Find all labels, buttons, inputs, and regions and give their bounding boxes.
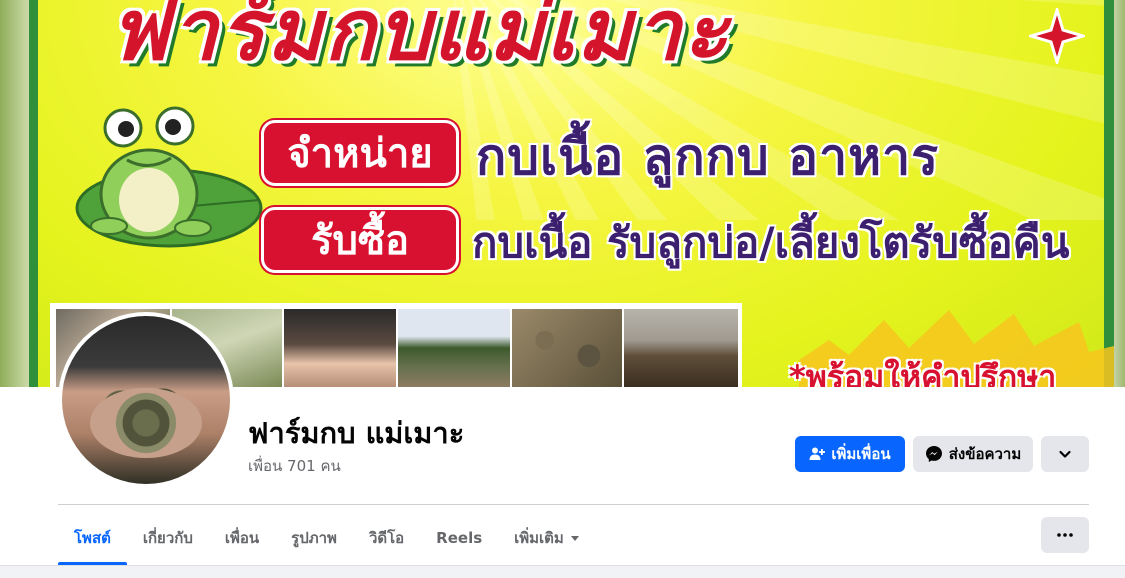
more-dots-icon <box>1057 533 1073 537</box>
buy-label-badge: รับซื้อ <box>261 207 459 273</box>
tab-reels-label: Reels <box>436 529 483 547</box>
profile-more-button[interactable] <box>1041 436 1089 472</box>
frog-illustration-icon <box>75 106 263 248</box>
photo-frog-pile <box>512 309 622 387</box>
sell-items-text: กบเนื้อ ลูกกบ อาหาร <box>476 128 940 186</box>
friends-count-link[interactable]: เพื่อน 701 คน <box>248 454 341 478</box>
cover-frame-left <box>29 0 38 387</box>
tab-friends[interactable]: เพื่อน <box>209 512 275 564</box>
profile-tabs: โพสต์ เกี่ยวกับ เพื่อน รูปภาพ วิดีโอ Ree… <box>58 512 595 565</box>
tab-videos-label: วิดีโอ <box>368 529 405 547</box>
tab-photos[interactable]: รูปภาพ <box>275 512 353 564</box>
tab-photos-label: รูปภาพ <box>291 529 337 547</box>
avatar-photo <box>62 316 230 484</box>
tab-videos[interactable]: วิดีโอ <box>353 512 420 564</box>
tabs-more-button[interactable] <box>1041 517 1089 553</box>
add-friend-button[interactable]: เพิ่มเพื่อน <box>795 436 905 472</box>
profile-divider <box>58 504 1089 505</box>
avatar-frogs-in-hands <box>90 388 202 458</box>
tab-reels[interactable]: Reels <box>420 512 498 564</box>
message-button[interactable]: ส่งข้อความ <box>913 436 1033 472</box>
profile-name: ฟาร์มกบ แม่เมาะ <box>248 416 465 450</box>
tab-friends-label: เพื่อน <box>224 529 260 547</box>
advice-text: *พร้อมให้คำปรึกษา <box>789 358 1057 387</box>
sparkle-icon <box>1029 8 1085 64</box>
add-friend-label: เพิ่มเพื่อน <box>831 445 891 463</box>
messenger-icon <box>925 446 942 462</box>
sell-label-badge: จำหน่าย <box>261 120 459 186</box>
buy-items-text: กบเนื้อ รับลูกบ่อ/เลี้ยงโตรับซื้อคืน <box>472 218 1070 267</box>
photo-farm <box>398 309 510 387</box>
chevron-down-icon <box>1059 450 1071 458</box>
person-plus-icon <box>809 447 826 460</box>
tab-more[interactable]: เพิ่มเติม <box>498 512 595 564</box>
photo-frog-tank <box>624 309 738 387</box>
tab-posts-label: โพสต์ <box>74 529 111 547</box>
photo-child <box>284 309 396 387</box>
feed-background <box>0 565 1125 578</box>
tab-more-label: เพิ่มเติม <box>514 529 564 547</box>
profile-avatar[interactable] <box>58 312 234 488</box>
message-label: ส่งข้อความ <box>948 445 1022 463</box>
caret-down-icon <box>570 535 579 541</box>
tab-about-label: เกี่ยวกับ <box>142 529 193 547</box>
cover-title: ฟาร์มกบแม่เมาะ <box>109 0 731 79</box>
tab-posts[interactable]: โพสต์ <box>58 512 127 565</box>
tab-about[interactable]: เกี่ยวกับ <box>127 512 209 564</box>
